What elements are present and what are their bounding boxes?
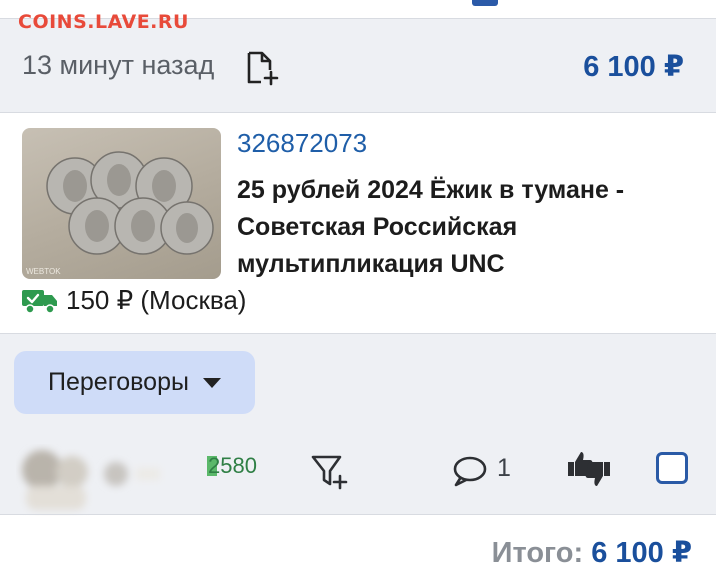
- lot-title-line: мультипликация UNC: [237, 250, 505, 278]
- comment-count: 1: [497, 454, 511, 482]
- order-time: 13 минут назад: [22, 50, 215, 80]
- shipping-info: 150 ₽ (Москва): [66, 285, 247, 315]
- site-watermark: COINS.LAVE.RU: [18, 11, 189, 33]
- thumbs-up-down-icon[interactable]: [566, 448, 612, 490]
- filter-add-icon[interactable]: [310, 452, 350, 492]
- lot-title-line: 25 рублей 2024 Ёжик в тумане -: [237, 176, 625, 204]
- status-label: Переговоры: [48, 368, 189, 396]
- seller-rating[interactable]: 2580: [208, 453, 257, 479]
- lot-photo[interactable]: WEBTOK: [22, 128, 221, 279]
- previous-item-marker: [472, 0, 498, 6]
- lot-id-link[interactable]: 326872073: [237, 128, 367, 159]
- order-total: Итого: 6 100 ₽: [492, 535, 692, 570]
- select-checkbox[interactable]: [656, 452, 688, 484]
- photo-watermark: WEBTOK: [26, 267, 61, 276]
- lot-title[interactable]: 25 рублей 2024 Ёжик в тумане - Советская…: [237, 172, 677, 283]
- divider: [0, 514, 716, 515]
- caret-down-icon: [202, 377, 221, 388]
- add-note-icon[interactable]: [244, 50, 280, 86]
- total-value: 6 100 ₽: [591, 537, 692, 569]
- total-label: Итого:: [491, 537, 584, 569]
- status-dropdown[interactable]: Переговоры: [14, 351, 255, 414]
- lot-title-line: Советская Российская: [237, 213, 518, 241]
- comment-icon[interactable]: [452, 455, 488, 487]
- seller-avatar[interactable]: [16, 428, 176, 528]
- order-price: 6 100 ₽: [583, 51, 684, 83]
- delivery-truck-icon: [22, 290, 57, 314]
